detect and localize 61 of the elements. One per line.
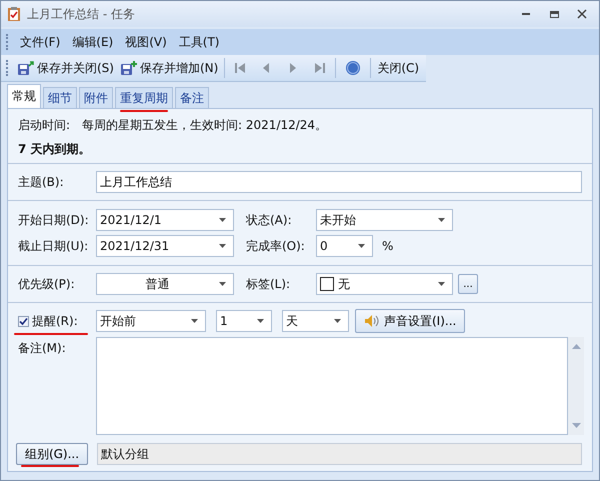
field-label: 截止日期(U): <box>18 238 90 254</box>
field-label: 状态(A): <box>246 212 293 228</box>
field-label: 完成率(O): <box>246 238 306 254</box>
help-icon <box>345 60 362 76</box>
label: 启动时间: <box>18 116 70 134</box>
clipboard-icon <box>7 6 21 22</box>
field-label: 备注(M): <box>18 340 67 357</box>
dropdown-field[interactable]: 天 <box>282 310 349 332</box>
dropdown-field[interactable]: 普通 <box>96 273 234 295</box>
menu-item[interactable]: 视图(V) <box>119 32 173 52</box>
tab[interactable]: 备注 <box>175 87 209 108</box>
speaker-icon <box>364 314 380 328</box>
dropdown-arrow-icon <box>257 319 264 323</box>
reminder-checkbox[interactable]: 提醒(R): <box>18 312 96 330</box>
dropdown-arrow-icon <box>219 282 226 286</box>
dropdown-arrow-icon <box>191 319 198 323</box>
scroll-down-icon <box>572 423 580 428</box>
group-field: 默认分组 <box>97 443 582 465</box>
field-label: 标签(L): <box>246 276 292 292</box>
subject-field[interactable]: 上月工作总结 <box>96 171 582 193</box>
due-notice: 7 天内到期。 <box>18 140 91 158</box>
dropdown-arrow-icon <box>358 244 365 248</box>
close-icon <box>577 9 587 19</box>
browse-button[interactable]: ... <box>458 274 478 294</box>
dropdown-arrow-icon <box>334 319 341 323</box>
save-icon <box>17 60 35 76</box>
toolbar-button[interactable]: 保存并增加(N) <box>116 58 222 78</box>
dropdown-field[interactable]: 1 <box>216 310 272 332</box>
toolbar-button[interactable]: 保存并关闭(S) <box>14 58 117 78</box>
dropdown-arrow-icon <box>219 218 226 222</box>
tab[interactable]: 附件 <box>79 87 113 108</box>
field-label: 优先级(P): <box>18 276 76 292</box>
save-add-icon <box>120 60 138 76</box>
field-label: 开始日期(D): <box>18 212 90 228</box>
dropdown-arrow-icon <box>438 282 445 286</box>
unit-label: % <box>382 239 394 253</box>
tab[interactable]: 细节 <box>43 87 77 108</box>
tab[interactable]: 常规 <box>7 84 41 108</box>
menu-item[interactable]: 编辑(E) <box>66 32 120 52</box>
dropdown-field[interactable]: 未开始 <box>316 209 453 231</box>
group-button[interactable]: 组别(G)... <box>16 443 88 465</box>
last-record-icon <box>312 61 326 75</box>
dropdown-field[interactable]: 0 <box>316 235 373 257</box>
dropdown-field[interactable]: 2021/12/1 <box>96 209 234 231</box>
dropdown-field[interactable]: 无 <box>316 273 453 295</box>
field-label: 主题(B): <box>18 174 65 190</box>
dropdown-arrow-icon <box>438 218 445 222</box>
dropdown-field[interactable]: 2021/12/31 <box>96 235 234 257</box>
window-title: 上月工作总结 - 任务 <box>27 6 136 22</box>
notes-field[interactable] <box>96 337 584 435</box>
menu-item[interactable]: 文件(F) <box>14 32 66 52</box>
recurrence-text: 每周的星期五发生，生效时间: 2021/12/24。 <box>82 116 328 134</box>
check-icon <box>19 316 28 326</box>
menu-item[interactable]: 工具(T) <box>172 32 226 52</box>
sound-settings-button[interactable]: 声音设置(I)... <box>355 309 466 333</box>
dropdown-field[interactable]: 开始前 <box>96 310 206 332</box>
scroll-up-icon <box>572 344 580 349</box>
scrollbar[interactable] <box>568 337 584 435</box>
dropdown-arrow-icon <box>219 244 226 248</box>
close-button[interactable]: 关闭(C) <box>374 58 422 78</box>
color-swatch-icon <box>320 277 334 291</box>
